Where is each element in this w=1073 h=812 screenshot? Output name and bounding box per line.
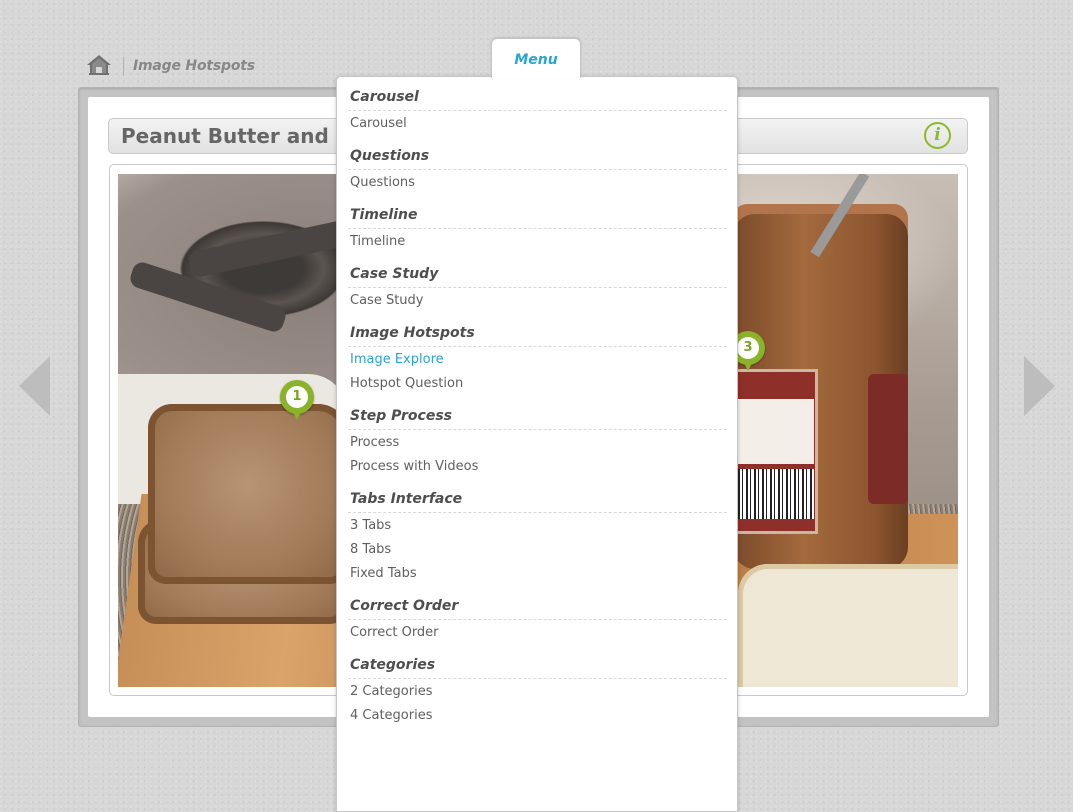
menu-section-heading: Image Hotspots (348, 324, 727, 347)
page-title: Peanut Butter and (121, 124, 329, 148)
menu-item-hotspot-question[interactable]: Hotspot Question (348, 372, 727, 396)
menu-section-tabs-interface: Tabs Interface 3 Tabs 8 Tabs Fixed Tabs (348, 490, 727, 586)
hotspot-number: 3 (737, 337, 759, 359)
menu-item-fixed-tabs[interactable]: Fixed Tabs (348, 562, 727, 586)
menu-item-questions[interactable]: Questions (348, 171, 727, 195)
menu-section-heading: Correct Order (348, 597, 727, 620)
menu-section-heading: Timeline (348, 206, 727, 229)
jar-label-logo (868, 374, 908, 504)
menu-dropdown: Carousel Carousel Questions Questions Ti… (336, 76, 738, 812)
hotspot-number: 1 (286, 386, 308, 408)
menu-section-heading: Step Process (348, 407, 727, 430)
menu-item-timeline[interactable]: Timeline (348, 230, 727, 254)
menu-item-carousel[interactable]: Carousel (348, 112, 727, 136)
barcode (738, 469, 814, 519)
menu-item-correct-order[interactable]: Correct Order (348, 621, 727, 645)
info-icon[interactable]: i (924, 122, 951, 149)
menu-item-2-categories[interactable]: 2 Categories (348, 680, 727, 704)
menu-item-process-with-videos[interactable]: Process with Videos (348, 455, 727, 479)
menu-item-3-tabs[interactable]: 3 Tabs (348, 514, 727, 538)
menu-section-correct-order: Correct Order Correct Order (348, 597, 727, 645)
bread-slice (738, 564, 958, 687)
hotspot-pin-tail (290, 406, 304, 420)
menu-section-carousel: Carousel Carousel (348, 88, 727, 136)
menu-section-step-process: Step Process Process Process with Videos (348, 407, 727, 479)
menu-section-heading: Case Study (348, 265, 727, 288)
arrow-right-icon[interactable] (1024, 356, 1055, 416)
menu-section-heading: Questions (348, 147, 727, 170)
menu-item-4-categories[interactable]: 4 Categories (348, 704, 727, 728)
menu-section-heading: Tabs Interface (348, 490, 727, 513)
menu-section-categories: Categories 2 Categories 4 Categories (348, 656, 727, 728)
menu-section-image-hotspots: Image Hotspots Image Explore Hotspot Que… (348, 324, 727, 396)
menu-section-heading: Categories (348, 656, 727, 679)
menu-section-heading: Carousel (348, 88, 727, 111)
nutrition-label (736, 399, 814, 464)
menu-section-questions: Questions Questions (348, 147, 727, 195)
menu-item-process[interactable]: Process (348, 431, 727, 455)
menu-item-8-tabs[interactable]: 8 Tabs (348, 538, 727, 562)
menu-section-case-study: Case Study Case Study (348, 265, 727, 313)
breadcrumb-separator (123, 57, 124, 76)
hotspot-pin-tail (741, 357, 755, 371)
breadcrumb-title: Image Hotspots (133, 58, 255, 74)
menu-section-timeline: Timeline Timeline (348, 206, 727, 254)
home-icon[interactable] (86, 54, 112, 76)
menu-tab[interactable]: Menu (491, 38, 581, 78)
menu-item-image-explore[interactable]: Image Explore (348, 348, 727, 372)
bread-slice (148, 404, 348, 584)
menu-item-case-study[interactable]: Case Study (348, 289, 727, 313)
hotspot-marker[interactable]: 1 (280, 380, 314, 424)
arrow-left-icon[interactable] (19, 356, 50, 416)
